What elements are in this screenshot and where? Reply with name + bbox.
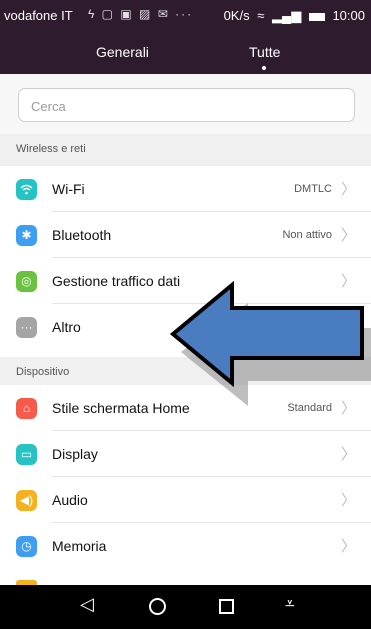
active-tab-indicator	[262, 66, 266, 70]
display-icon: ▭	[16, 444, 37, 465]
settings-item-altro[interactable]: ··· Altro 〉	[0, 304, 371, 350]
settings-item-value: Non attivo	[282, 229, 332, 241]
chevron-right-icon: 〉	[340, 400, 356, 417]
settings-item-label: Audio	[52, 492, 88, 508]
recent-apps-icon[interactable]	[219, 599, 234, 614]
settings-item-label: Bluetooth	[52, 227, 112, 243]
settings-item-home-style[interactable]: ⌂ Stile schermata Home Standard 〉	[0, 385, 371, 431]
search-input[interactable]	[31, 96, 331, 116]
status-bar: vodafone IT ϟ ▢ ▣ ▨ ✉ ··· 0K/s ≈ ▂▄▆ 10:…	[0, 0, 371, 30]
section-header-wireless: Wireless e reti	[0, 134, 371, 166]
status-right: 0K/s ≈ ▂▄▆ 10:00	[220, 8, 365, 24]
tab-generali[interactable]: Generali	[96, 44, 149, 60]
search-area	[0, 74, 371, 134]
bluetooth-icon: ✱	[16, 225, 37, 246]
tab-bar: Generali Tutte	[0, 30, 371, 74]
settings-item-audio[interactable]: ◀) Audio 〉	[0, 477, 371, 523]
home-style-icon: ⌂	[16, 398, 37, 419]
wifi-signal-icon: ≈	[257, 8, 265, 23]
settings-item-label: Gestione traffico dati	[52, 273, 181, 289]
settings-item-value: DMTLC	[294, 183, 332, 195]
settings-item-value: Standard	[287, 402, 332, 414]
settings-item-data-traffic[interactable]: ◎ Gestione traffico dati 〉	[0, 258, 371, 304]
navigation-bar: ◁ ⩡	[0, 585, 371, 629]
settings-item-wifi[interactable]: Wi-Fi DMTLC 〉	[0, 166, 371, 212]
cell-signal-icon: ▂▄▆	[271, 8, 302, 23]
settings-item-label: Display	[52, 446, 98, 462]
carrier-name: vodafone IT	[4, 8, 73, 23]
chevron-right-icon: 〉	[340, 319, 356, 336]
notification-pull-icon[interactable]: ⩡	[285, 594, 295, 614]
wifi-icon	[16, 179, 37, 200]
chevron-right-icon: 〉	[340, 446, 356, 463]
data-traffic-icon: ◎	[16, 271, 37, 292]
chevron-right-icon: 〉	[340, 492, 356, 509]
settings-screen: vodafone IT ϟ ▢ ▣ ▨ ✉ ··· 0K/s ≈ ▂▄▆ 10:…	[0, 0, 371, 629]
settings-item-bluetooth[interactable]: ✱ Bluetooth Non attivo 〉	[0, 212, 371, 258]
settings-item-label: Stile schermata Home	[52, 400, 190, 416]
network-speed: 0K/s	[223, 8, 250, 23]
settings-item-memory[interactable]: ◷ Memoria 〉	[0, 523, 371, 569]
home-icon[interactable]	[149, 598, 166, 615]
battery-icon	[308, 12, 325, 21]
chevron-right-icon: 〉	[340, 538, 356, 555]
settings-item-label: Altro	[52, 319, 81, 335]
memory-icon: ◷	[16, 536, 37, 557]
chevron-right-icon: 〉	[340, 227, 356, 244]
search-box[interactable]	[18, 88, 355, 122]
chevron-right-icon: 〉	[340, 181, 356, 198]
tab-tutte[interactable]: Tutte	[249, 44, 280, 60]
chevron-right-icon: 〉	[340, 273, 356, 290]
back-icon[interactable]: ◁	[80, 594, 94, 615]
clock: 10:00	[332, 8, 365, 23]
settings-item-display[interactable]: ▭ Display 〉	[0, 431, 371, 477]
settings-item-label: Memoria	[52, 538, 107, 554]
more-icon: ···	[16, 317, 37, 338]
notification-icons: ϟ ▢ ▣ ▨ ✉ ···	[88, 7, 194, 21]
settings-item-label: Wi-Fi	[52, 181, 85, 197]
audio-icon: ◀)	[16, 490, 37, 511]
next-row-partial	[0, 569, 371, 585]
